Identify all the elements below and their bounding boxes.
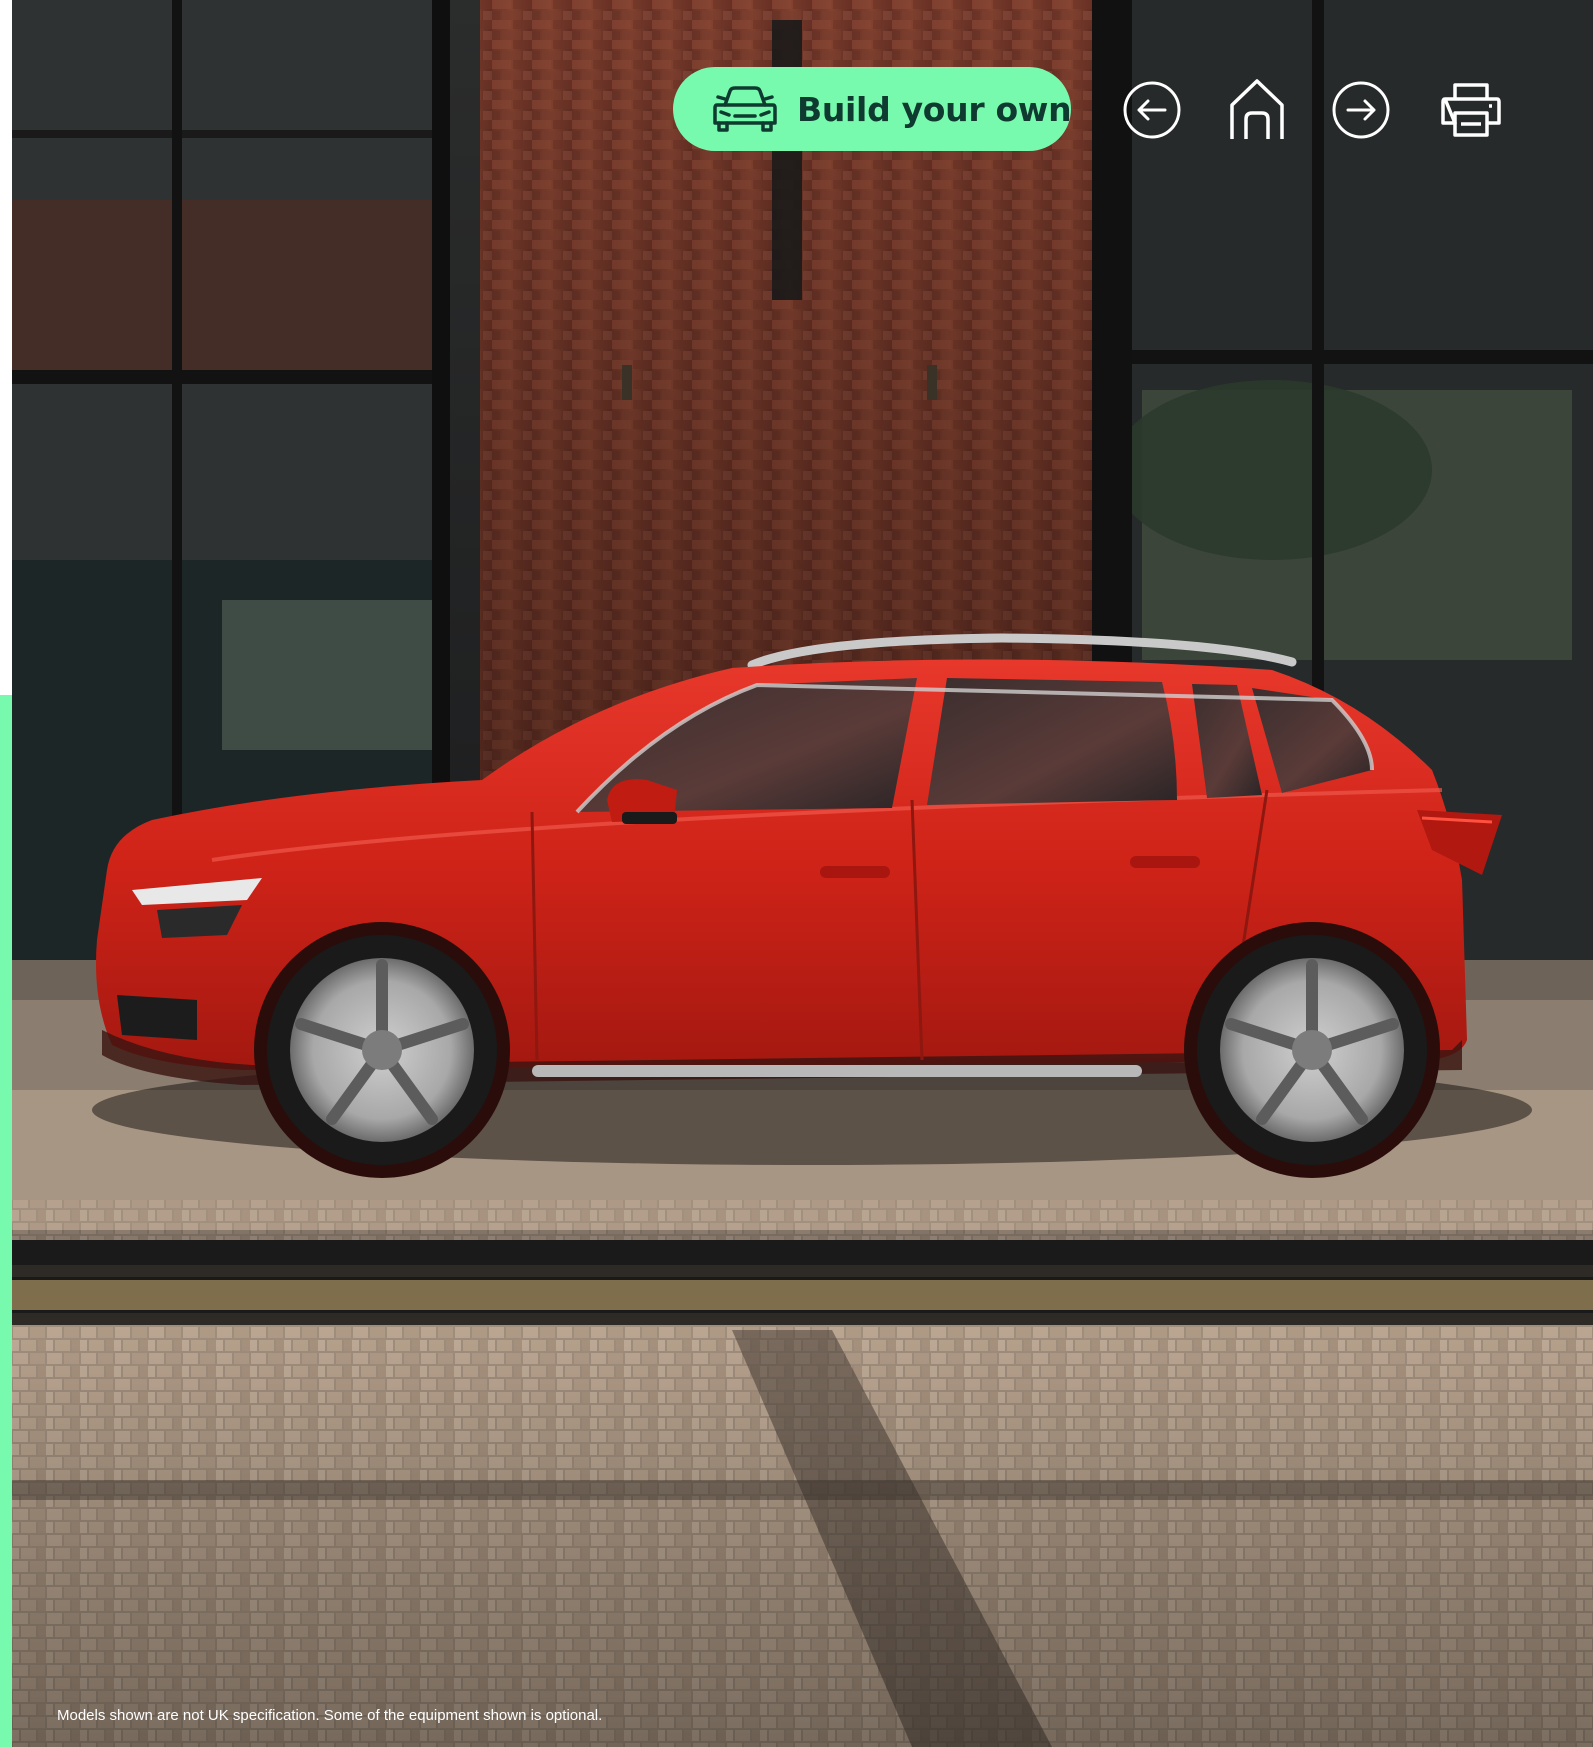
arrow-right-circle-icon <box>1332 81 1390 139</box>
disclaimer-text: Models shown are not UK specification. S… <box>57 1707 603 1724</box>
print-button[interactable] <box>1439 79 1503 141</box>
arrow-left-circle-icon <box>1123 81 1181 139</box>
car-front-icon <box>713 85 777 133</box>
brochure-page: Build your own Models shown are not UK s… <box>0 0 1593 1747</box>
hero-photo <box>12 0 1593 1747</box>
forward-button[interactable] <box>1330 79 1392 141</box>
home-icon <box>1230 79 1284 139</box>
back-button[interactable] <box>1121 79 1183 141</box>
accent-stripe <box>0 695 12 1747</box>
home-button[interactable] <box>1226 79 1288 141</box>
build-your-own-button[interactable]: Build your own <box>673 67 1072 151</box>
build-your-own-label: Build your own <box>797 89 1072 129</box>
printer-icon <box>1441 83 1501 137</box>
